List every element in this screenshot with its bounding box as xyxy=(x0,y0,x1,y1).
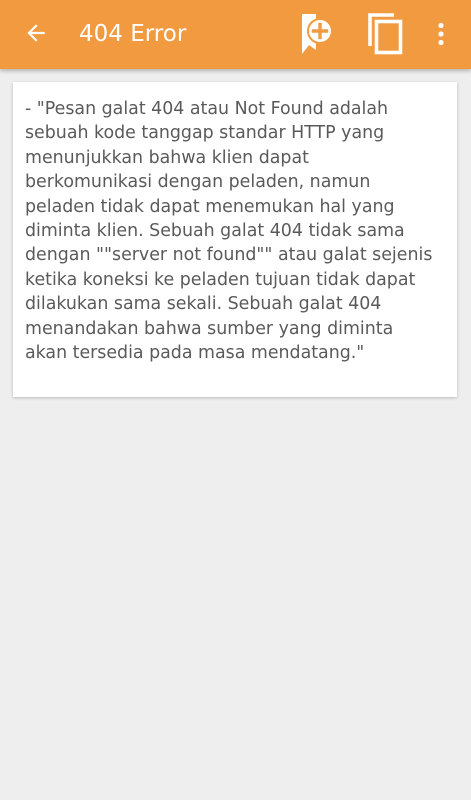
page-title: 404 Error xyxy=(79,21,187,47)
add-bookmark-button[interactable] xyxy=(290,8,342,60)
copy-button[interactable] xyxy=(360,8,412,60)
more-options-button[interactable] xyxy=(426,10,456,58)
app-toolbar: 404 Error xyxy=(0,0,471,69)
app-screen: 404 Error - "Pesan galat 404 atau Not Fo… xyxy=(0,0,471,800)
definition-card: - "Pesan galat 404 atau Not Found adalah… xyxy=(13,82,457,397)
back-button[interactable] xyxy=(12,9,60,57)
more-vertical-icon xyxy=(438,22,444,46)
definition-text: - "Pesan galat 404 atau Not Found adalah… xyxy=(25,99,433,364)
arrow-left-icon xyxy=(27,24,45,42)
bookmark-add-icon xyxy=(302,14,333,54)
copy-icon xyxy=(368,13,403,55)
